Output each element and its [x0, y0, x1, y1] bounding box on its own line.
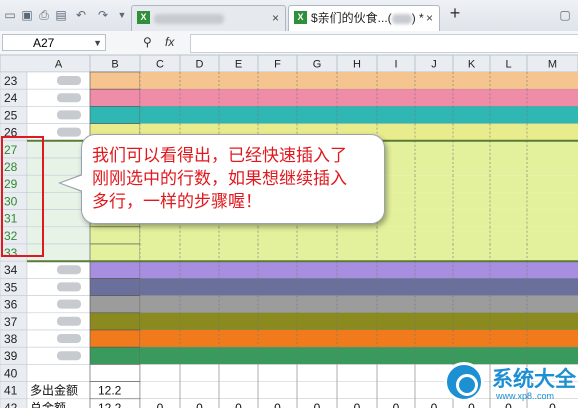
watermark-logo-icon [444, 362, 484, 402]
cell-B40 [89, 364, 141, 382]
column-header-L[interactable]: L [505, 59, 511, 71]
column-header-F[interactable]: F [274, 59, 281, 71]
cell-B38 [89, 329, 141, 348]
cell-B42-text: 12.2 [98, 401, 122, 408]
row-header-40[interactable]: 40 [4, 366, 18, 380]
cell-A36-blurred-text [57, 299, 81, 309]
cell-B23 [89, 71, 141, 90]
cell-A26-blurred-text [57, 127, 81, 137]
cell-B32 [89, 226, 141, 245]
watermark-url: www.xp8..com [496, 391, 555, 401]
row-header-25[interactable]: 25 [4, 108, 18, 122]
cell-A25-blurred-text [57, 110, 81, 120]
column-header-G[interactable]: G [313, 59, 322, 71]
callout-line-1: 我们可以看得出，已经快速插入了 [92, 146, 347, 165]
callout-line-2: 刚刚选中的行数，如果想继续插入 [92, 169, 347, 188]
row-24-band [140, 89, 578, 107]
column-header-M[interactable]: M [548, 59, 557, 71]
cell-zero-value: 0 [274, 401, 281, 408]
row-header-35[interactable]: 35 [4, 280, 18, 294]
column-header-E[interactable]: E [235, 59, 242, 71]
row-35-band [140, 278, 578, 296]
cell-B24 [89, 88, 141, 107]
row-34-band [140, 261, 578, 279]
cell-A23-blurred-text [57, 76, 81, 85]
row-header-39[interactable]: 39 [4, 349, 18, 363]
cell-zero-value: 0 [314, 401, 321, 408]
callout-line-3: 多行，一样的步骤喔！ [92, 192, 262, 211]
cell-A41-text: 多出金额 [30, 383, 78, 398]
row-25-band [140, 106, 578, 124]
row-37-band [140, 312, 578, 330]
row-32-band [140, 226, 578, 244]
column-header-D[interactable]: D [196, 59, 204, 71]
callout-tail-inner [61, 175, 83, 191]
cell-A35-blurred-text [57, 282, 81, 292]
row-33-band [140, 244, 578, 262]
row-23-band [140, 72, 578, 90]
column-header-K[interactable]: K [468, 59, 476, 71]
watermark-title: 系统大全 [492, 368, 576, 391]
cell-zero-value: 0 [354, 401, 361, 408]
row-36-band [140, 295, 578, 313]
cell-zero-value: 0 [157, 401, 164, 408]
row-header-34[interactable]: 34 [4, 263, 18, 277]
column-header-bar [0, 54, 578, 73]
row-header-38[interactable]: 38 [4, 332, 18, 346]
callout-bubble: 我们可以看得出，已经快速插入了 刚刚选中的行数，如果想继续插入 多行，一样的步骤… [81, 134, 385, 224]
cell-B36 [89, 295, 141, 314]
cell-B34 [89, 260, 141, 279]
column-header-J[interactable]: J [431, 59, 437, 71]
row-38-band [140, 330, 578, 348]
row-header-23[interactable]: 23 [4, 74, 18, 88]
cell-zero-value: 0 [431, 401, 438, 408]
cell-B41-text: 12.2 [98, 384, 122, 398]
cell-A42-text: 总金额 [30, 400, 66, 408]
cell-A40 [26, 364, 91, 382]
cell-zero-value: 0 [393, 401, 400, 408]
row-header-24[interactable]: 24 [4, 91, 18, 105]
cell-A34-blurred-text [57, 265, 81, 275]
column-header-A[interactable]: A [55, 59, 63, 71]
column-header-H[interactable]: H [353, 59, 361, 71]
selection-outline [1, 136, 44, 257]
row-header-36[interactable]: 36 [4, 298, 18, 312]
row-header-42[interactable]: 42 [4, 401, 18, 408]
cell-zero-value: 0 [235, 401, 242, 408]
cell-zero-value: 0 [196, 401, 203, 408]
column-header-I[interactable]: I [394, 59, 397, 71]
cell-B35 [89, 278, 141, 296]
cell-B39 [89, 346, 141, 365]
row-header-37[interactable]: 37 [4, 315, 18, 329]
cell-B33 [89, 243, 141, 262]
cell-B25 [89, 106, 141, 124]
column-header-B[interactable]: B [111, 59, 118, 71]
column-header-C[interactable]: C [156, 59, 164, 71]
cell-A39-blurred-text [57, 351, 81, 361]
cell-B37 [89, 312, 141, 331]
row-header-41[interactable]: 41 [4, 384, 18, 398]
cell-A24-blurred-text [57, 93, 81, 103]
watermark: 系统大全 www.xp8..com [440, 360, 578, 408]
cell-A37-blurred-text [57, 316, 81, 326]
cell-A38-blurred-text [57, 334, 81, 343]
